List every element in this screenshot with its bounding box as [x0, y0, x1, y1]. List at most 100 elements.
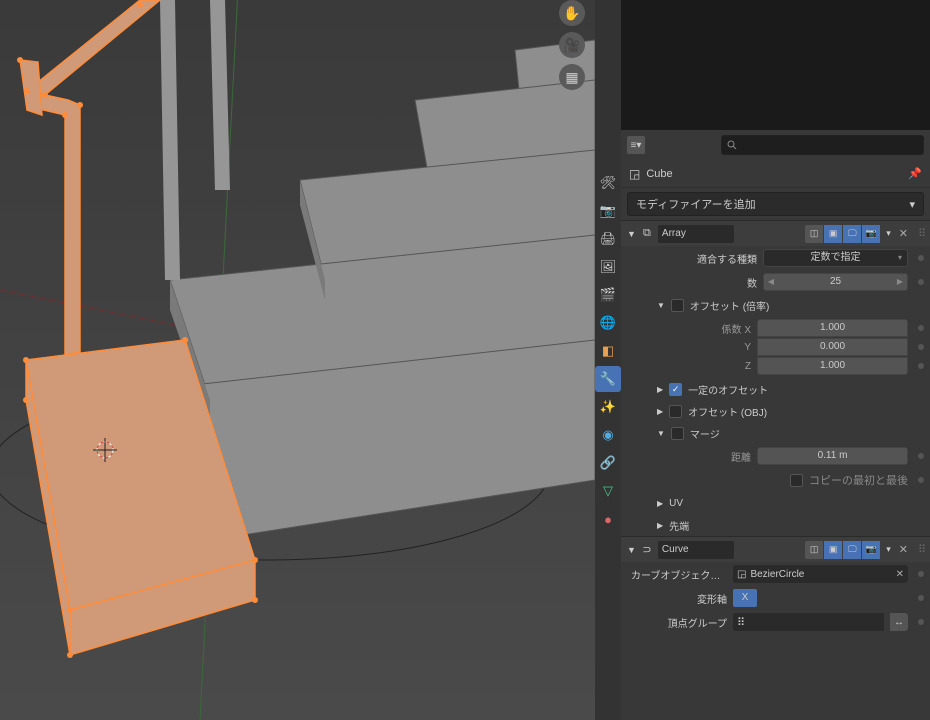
pan-icon[interactable]: ✋: [559, 0, 585, 26]
object-offset-label: オフセット (OBJ): [688, 404, 767, 419]
factor-y-field[interactable]: 0.000: [757, 338, 908, 356]
chevron-down-icon: ▾: [893, 250, 907, 266]
mod-cage-icon[interactable]: ▣: [824, 225, 842, 243]
first-last-checkbox[interactable]: [790, 474, 803, 487]
relative-offset-checkbox[interactable]: [671, 299, 684, 312]
disclosure-triangle-icon[interactable]: ▶: [657, 407, 663, 416]
first-last-label: コピーの最初と最後: [809, 472, 908, 488]
drag-handle-icon[interactable]: ⠿: [918, 227, 924, 240]
count-field[interactable]: ◀ 25 ▶: [763, 273, 908, 291]
tab-material-icon[interactable]: ●: [595, 506, 621, 532]
merge-label: マージ: [690, 426, 720, 441]
vertex-group-label: 頂点グループ: [627, 615, 727, 630]
tab-data-icon[interactable]: ▽: [595, 478, 621, 504]
tab-physics-icon[interactable]: ◉: [595, 422, 621, 448]
clear-icon[interactable]: ✕: [896, 569, 904, 580]
mod-render-icon[interactable]: 📷: [862, 541, 880, 559]
factor-y-label: Y: [671, 342, 751, 353]
anim-dot-icon[interactable]: [918, 344, 924, 350]
disclosure-triangle-icon[interactable]: ▼: [657, 301, 665, 310]
merge-checkbox[interactable]: [671, 427, 684, 440]
drag-handle-icon[interactable]: ⠿: [918, 543, 924, 556]
pin-icon[interactable]: 📌: [908, 167, 922, 180]
factor-z-field[interactable]: 1.000: [757, 357, 908, 375]
anim-dot-icon[interactable]: [918, 453, 924, 459]
object-icon: ◲: [629, 167, 640, 181]
relative-offset-label: オフセット (倍率): [690, 298, 769, 313]
modifier-name-field[interactable]: Curve: [658, 541, 734, 559]
header-area: [621, 0, 930, 130]
merge-distance-label: 距離: [671, 449, 751, 464]
grid-icon[interactable]: ▦: [559, 64, 585, 90]
search-input[interactable]: [721, 135, 924, 155]
anim-dot-icon[interactable]: [918, 595, 924, 601]
anim-dot-icon[interactable]: [918, 571, 924, 577]
mod-viewport-icon[interactable]: 🖵: [843, 225, 861, 243]
deform-axis-button[interactable]: X: [733, 589, 757, 607]
disclosure-triangle-icon[interactable]: ▼: [657, 429, 665, 438]
disclosure-triangle-icon[interactable]: ▼: [627, 229, 636, 239]
anim-dot-icon[interactable]: [918, 325, 924, 331]
tab-scene-icon[interactable]: 🎬: [595, 282, 621, 308]
fit-type-label: 適合する種類: [627, 251, 757, 266]
factor-z-label: Z: [671, 361, 751, 372]
tab-render-icon[interactable]: 📷: [595, 198, 621, 224]
caps-label: 先端: [669, 518, 689, 533]
modifier-header-array[interactable]: ▼ ⧉ Array ◫ ▣ 🖵 📷 ▾ ✕ ⠿: [621, 220, 930, 246]
curve-modifier-icon: ⊃: [640, 543, 654, 556]
viewport-3d[interactable]: ✋ 🎥 ▦: [0, 0, 595, 720]
tab-view-icon[interactable]: 🖼: [595, 254, 621, 280]
anim-dot-icon[interactable]: [918, 619, 924, 625]
curve-object-label: カーブオブジェク…: [627, 567, 727, 582]
curve-icon: ◲: [737, 569, 746, 580]
constant-offset-checkbox[interactable]: ✓: [669, 383, 682, 396]
modifier-header-curve[interactable]: ▼ ⊃ Curve ◫ ▣ 🖵 📷 ▾ ✕ ⠿: [621, 536, 930, 562]
disclosure-triangle-icon[interactable]: ▼: [627, 545, 636, 555]
mod-cage-icon[interactable]: ▣: [824, 541, 842, 559]
factor-x-field[interactable]: 1.000: [757, 319, 908, 337]
tab-object-icon[interactable]: ◧: [595, 338, 621, 364]
options-menu-icon[interactable]: ≡▾: [627, 136, 645, 154]
tab-output-icon[interactable]: 🖨: [595, 226, 621, 252]
tab-tool-icon[interactable]: 🛠: [595, 170, 621, 196]
anim-dot-icon[interactable]: [918, 255, 924, 261]
merge-distance-field[interactable]: 0.11 m: [757, 447, 908, 465]
add-modifier-dropdown[interactable]: モディファイアーを追加 ▾: [627, 192, 924, 216]
camera-icon[interactable]: 🎥: [559, 32, 585, 58]
mod-edit-mode-icon[interactable]: ◫: [805, 225, 823, 243]
disclosure-triangle-icon[interactable]: ▶: [657, 521, 663, 530]
disclosure-triangle-icon[interactable]: ▶: [657, 385, 663, 394]
disclosure-triangle-icon[interactable]: ▶: [657, 499, 663, 508]
deform-axis-label: 変形軸: [627, 591, 727, 606]
tab-modifier-icon[interactable]: 🔧: [595, 366, 621, 392]
add-modifier-label: モディファイアーを追加: [636, 196, 756, 212]
anim-dot-icon[interactable]: [918, 477, 924, 483]
anim-dot-icon[interactable]: [918, 279, 924, 285]
array-modifier-icon: ⧉: [640, 227, 654, 240]
curve-object-field[interactable]: ◲ BezierCircle ✕: [733, 565, 908, 583]
count-label: 数: [627, 275, 757, 290]
tab-world-icon[interactable]: 🌐: [595, 310, 621, 336]
invert-vgroup-icon[interactable]: ↔: [890, 613, 908, 631]
mod-edit-mode-icon[interactable]: ◫: [805, 541, 823, 559]
modifier-name-field[interactable]: Array: [658, 225, 734, 243]
chevron-down-icon[interactable]: ▾: [886, 228, 891, 239]
constant-offset-label: 一定のオフセット: [688, 382, 768, 397]
factor-x-label: 係数 X: [671, 321, 751, 336]
tab-particle-icon[interactable]: ✨: [595, 394, 621, 420]
anim-dot-icon[interactable]: [918, 363, 924, 369]
vertex-group-field[interactable]: ⠿: [733, 613, 884, 631]
tab-constraint-icon[interactable]: 🔗: [595, 450, 621, 476]
vgroup-icon: ⠿: [737, 616, 745, 629]
delete-modifier-icon[interactable]: ✕: [899, 543, 908, 556]
mod-viewport-icon[interactable]: 🖵: [843, 541, 861, 559]
object-offset-checkbox[interactable]: [669, 405, 682, 418]
delete-modifier-icon[interactable]: ✕: [899, 227, 908, 240]
chevron-down-icon: ▾: [909, 198, 915, 211]
properties-tabs: 🛠 📷 🖨 🖼 🎬 🌐 ◧ 🔧 ✨ ◉ 🔗 ▽ ●: [595, 0, 621, 720]
mod-render-icon[interactable]: 📷: [862, 225, 880, 243]
chevron-down-icon[interactable]: ▾: [886, 544, 891, 555]
fit-type-dropdown[interactable]: 定数で指定 ▾: [763, 249, 908, 267]
object-name: Cube: [646, 168, 672, 180]
uv-label: UV: [669, 498, 683, 509]
